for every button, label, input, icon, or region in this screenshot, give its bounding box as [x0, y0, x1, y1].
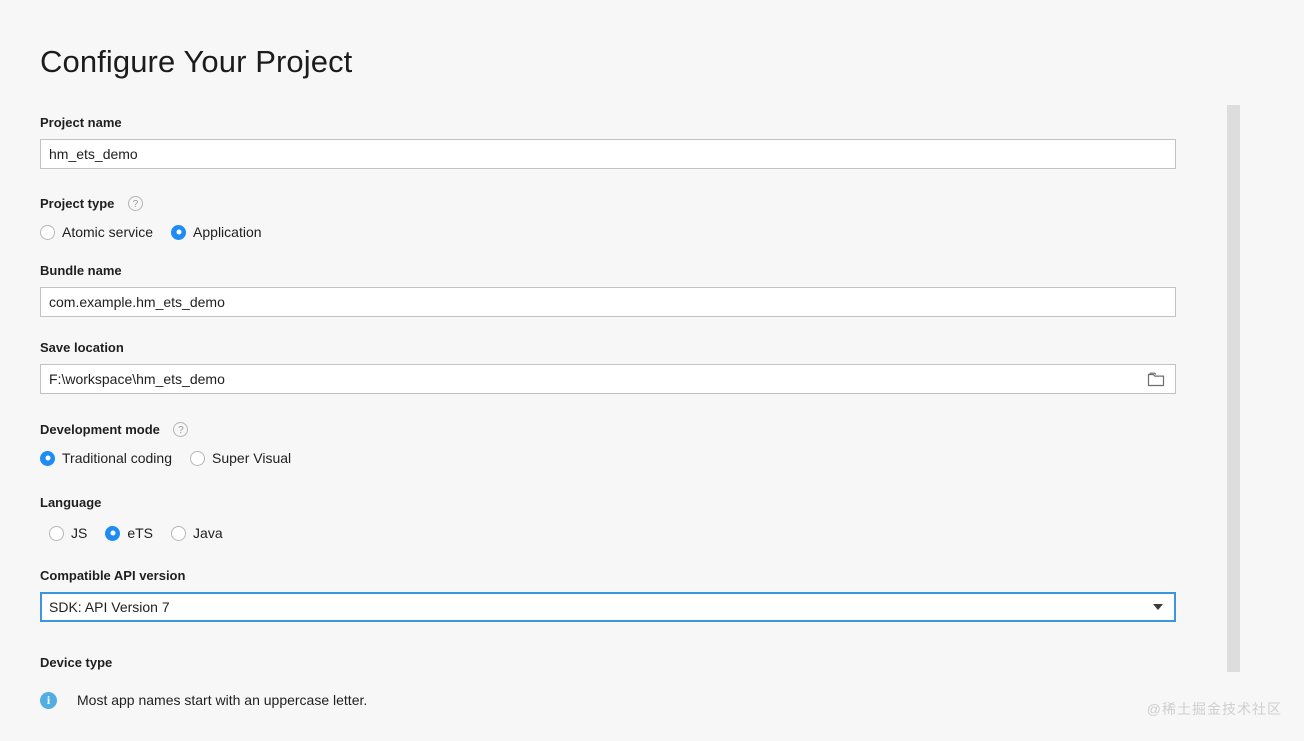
- scrollbar-thumb[interactable]: [1227, 105, 1240, 672]
- radio-traditional-coding[interactable]: Traditional coding: [40, 449, 172, 467]
- radio-label: eTS: [127, 525, 154, 541]
- project-name-value: hm_ets_demo: [49, 146, 138, 162]
- compatible-api-version-value: SDK: API Version 7: [49, 599, 170, 615]
- footer-hint-text: Most app names start with an uppercase l…: [77, 692, 368, 708]
- info-circle-icon: i: [40, 691, 57, 709]
- radio-label: JS: [71, 525, 88, 541]
- configure-project-wizard: Configure Your Project Project name hm_e…: [0, 0, 1304, 741]
- compatible-api-version-label: Compatible API version: [40, 567, 186, 583]
- device-type-label: Device type: [40, 654, 113, 670]
- field-project-type: Project type ? Atomic service Applicatio…: [40, 195, 262, 241]
- help-circle-icon[interactable]: ?: [173, 422, 189, 438]
- save-location-input[interactable]: F:\workspace\hm_ets_demo: [40, 364, 1176, 394]
- radio-label: Application: [193, 224, 262, 240]
- radio-label: Atomic service: [62, 224, 154, 240]
- development-mode-radio-group: Traditional coding Super Visual: [40, 449, 291, 467]
- project-name-input[interactable]: hm_ets_demo: [40, 139, 1176, 169]
- radio-label: Super Visual: [212, 450, 292, 466]
- radio-indicator: [40, 450, 55, 466]
- help-circle-icon[interactable]: ?: [127, 196, 143, 212]
- field-compatible-api-version: Compatible API version SDK: API Version …: [40, 567, 1176, 622]
- watermark: @稀土掘金技术社区: [1146, 701, 1282, 717]
- bundle-name-label: Bundle name: [40, 262, 122, 278]
- folder-icon[interactable]: [1147, 371, 1165, 387]
- development-mode-label: Development mode: [40, 421, 160, 437]
- language-radio-group: JS eTS Java: [40, 524, 223, 542]
- bundle-name-value: com.example.hm_ets_demo: [49, 294, 225, 310]
- radio-atomic-service[interactable]: Atomic service: [40, 223, 153, 241]
- project-type-radio-group: Atomic service Application: [40, 223, 262, 241]
- field-development-mode: Development mode ? Traditional coding Su…: [40, 421, 291, 467]
- radio-indicator: [171, 525, 187, 541]
- page-title: Configure Your Project: [40, 44, 353, 79]
- vertical-scrollbar[interactable]: [1227, 100, 1240, 678]
- field-project-name: Project name hm_ets_demo: [40, 114, 1176, 169]
- project-type-label: Project type: [40, 195, 115, 211]
- save-location-value: F:\workspace\hm_ets_demo: [49, 371, 225, 387]
- radio-label: Java: [193, 525, 223, 541]
- radio-application[interactable]: Application: [171, 223, 262, 241]
- radio-indicator: [49, 525, 64, 541]
- field-language: Language JS eTS Java: [40, 494, 223, 542]
- field-bundle-name: Bundle name com.example.hm_ets_demo: [40, 262, 1176, 317]
- compatible-api-version-dropdown[interactable]: SDK: API Version 7: [40, 592, 1176, 622]
- form-scroll-area: Project name hm_ets_demo Project type ? …: [0, 100, 1228, 675]
- chevron-down-icon[interactable]: [1153, 604, 1163, 610]
- radio-indicator: [190, 450, 205, 466]
- footer-hint: i Most app names start with an uppercase…: [40, 691, 367, 709]
- field-device-type: Device type: [40, 654, 112, 672]
- field-save-location: Save location F:\workspace\hm_ets_demo: [40, 339, 1176, 394]
- radio-ets[interactable]: eTS: [105, 524, 153, 542]
- radio-indicator: [40, 224, 55, 240]
- radio-java[interactable]: Java: [171, 524, 223, 542]
- radio-indicator: [105, 525, 121, 541]
- project-name-label: Project name: [40, 114, 122, 130]
- radio-super-visual[interactable]: Super Visual: [190, 449, 291, 467]
- radio-js[interactable]: JS: [49, 524, 87, 542]
- bundle-name-input[interactable]: com.example.hm_ets_demo: [40, 287, 1176, 317]
- save-location-label: Save location: [40, 339, 124, 355]
- radio-label: Traditional coding: [62, 450, 172, 466]
- radio-indicator: [171, 224, 187, 240]
- language-label: Language: [40, 494, 102, 510]
